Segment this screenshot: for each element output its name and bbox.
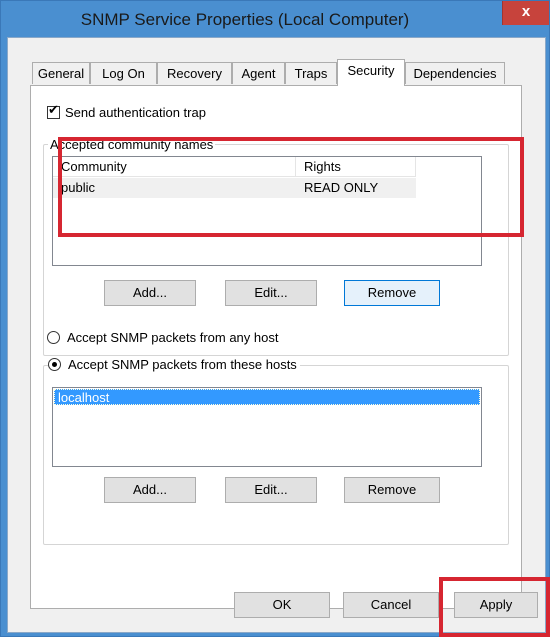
radio-any-host[interactable]	[47, 331, 60, 344]
send-auth-trap-row[interactable]: Send authentication trap	[47, 103, 206, 120]
list-item[interactable]: localhost	[54, 389, 480, 405]
host-add-button[interactable]: Add...	[104, 477, 196, 503]
radio-these-hosts[interactable]	[48, 358, 61, 371]
community-highlight-annotation	[58, 137, 524, 237]
send-auth-trap-label: Send authentication trap	[65, 105, 206, 120]
radio-these-hosts-row[interactable]: Accept SNMP packets from these hosts	[48, 357, 300, 372]
community-add-button[interactable]: Add...	[104, 280, 196, 306]
dialog-client-area: General Log On Recovery Agent Traps Secu…	[7, 37, 546, 633]
radio-any-host-row[interactable]: Accept SNMP packets from any host	[47, 330, 278, 345]
tab-dependencies[interactable]: Dependencies	[405, 62, 505, 84]
radio-any-host-label: Accept SNMP packets from any host	[67, 330, 279, 345]
radio-these-hosts-label: Accept SNMP packets from these hosts	[68, 357, 297, 372]
tab-traps[interactable]: Traps	[285, 62, 337, 84]
tab-recovery[interactable]: Recovery	[157, 62, 232, 84]
window-title: SNMP Service Properties (Local Computer)	[80, 10, 410, 29]
title-bar[interactable]: SNMP Service Properties (Local Computer)…	[1, 1, 549, 37]
send-auth-trap-checkbox[interactable]	[47, 103, 60, 119]
tab-general[interactable]: General	[32, 62, 90, 84]
host-edit-button[interactable]: Edit...	[225, 477, 317, 503]
apply-highlight-annotation	[439, 577, 550, 637]
tab-security[interactable]: Security	[337, 59, 405, 86]
community-edit-button[interactable]: Edit...	[225, 280, 317, 306]
hosts-group: Accept SNMP packets from these hosts loc…	[43, 357, 509, 545]
cancel-button[interactable]: Cancel	[343, 592, 439, 618]
close-button[interactable]: x	[502, 1, 549, 25]
host-remove-button[interactable]: Remove	[344, 477, 440, 503]
tab-agent[interactable]: Agent	[232, 62, 285, 84]
community-remove-button[interactable]: Remove	[344, 280, 440, 306]
ok-button[interactable]: OK	[234, 592, 330, 618]
dialog-window: SNMP Service Properties (Local Computer)…	[0, 0, 550, 637]
tab-log-on[interactable]: Log On	[90, 62, 157, 84]
host-list[interactable]: localhost	[52, 387, 482, 467]
